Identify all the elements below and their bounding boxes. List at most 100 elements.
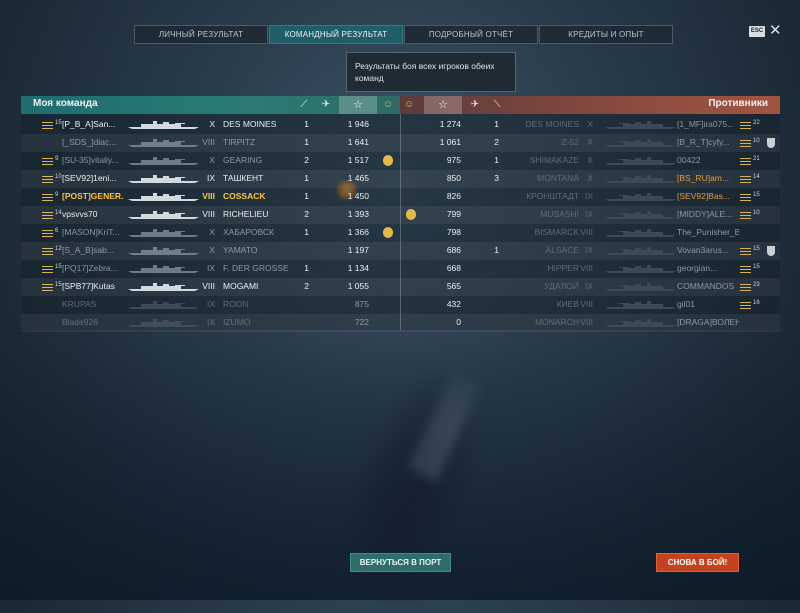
rank-icon <box>740 140 751 147</box>
ship-name: SHIMAKAZE <box>529 155 579 165</box>
ship-tier: X <box>587 119 593 129</box>
medal-icon <box>406 209 416 220</box>
my-team-header: Моя команда ⟋ ✈ ☆ ☺ <box>21 96 401 114</box>
player-level: 15 <box>753 192 760 198</box>
ship-silhouette <box>603 265 677 273</box>
player-level: 21 <box>753 156 760 162</box>
ship-tier: VIII <box>580 263 593 273</box>
player-level: 14 <box>753 174 760 180</box>
torpedo-icon[interactable]: ⟋ <box>295 97 313 113</box>
kills-count: 1 <box>494 119 499 129</box>
ship-tier: VIII <box>580 227 593 237</box>
player-level: 22 <box>753 120 760 126</box>
base-xp: 1 061 <box>439 137 461 147</box>
player-name: [BS_RU]am... <box>677 173 729 183</box>
enemy-team-row[interactable]: 686 1 ALSACE IX Vovan3arus... 15 <box>21 242 780 260</box>
medal-icon[interactable]: ☺ <box>400 97 418 113</box>
ship-tier: IX <box>584 191 593 201</box>
medal-icon[interactable]: ☺ <box>379 97 397 113</box>
enemy-team-row[interactable]: 850 3 MONTANA X [BS_RU]am... 14 <box>21 170 780 188</box>
enemy-team-row[interactable]: 798 BISMARCKVIII The_Punisher_Bra... <box>21 224 780 242</box>
ship-tier: IX <box>584 209 593 219</box>
torpedo-icon[interactable]: ⟍ <box>488 97 506 113</box>
ship-silhouette <box>603 157 677 165</box>
ship-tier: VIII <box>580 299 593 309</box>
rank-icon <box>740 266 751 273</box>
ship-silhouette <box>603 319 677 327</box>
ship-name: КИЕВ <box>556 299 579 309</box>
enemy-team-row[interactable]: 0 MONARCHVIII [DRAGA]ВОЛЕНАТ... <box>21 314 780 332</box>
ship-name: MONARCH <box>535 317 579 327</box>
close-icon[interactable]: ✕ <box>769 23 782 38</box>
player-level: 10 <box>753 210 760 216</box>
ship-silhouette <box>603 283 677 291</box>
clan-shield-icon <box>767 138 775 148</box>
rank-icon <box>740 248 751 255</box>
enemy-team-row[interactable]: 1 274 1 DES MOINES X [1_MF]ira075... 22 <box>21 116 780 134</box>
player-name: [DRAGA]ВОЛЕНАТ... <box>677 317 739 327</box>
ship-silhouette <box>603 229 677 237</box>
rank-icon <box>740 122 751 129</box>
rank-icon <box>740 158 751 165</box>
ship-name: DES MOINES <box>525 119 579 129</box>
base-xp: 432 <box>446 299 461 309</box>
player-level: 15 <box>753 264 760 270</box>
player-name: Vovan3arus... <box>677 245 729 255</box>
base-xp: 975 <box>446 155 461 165</box>
ship-silhouette <box>603 193 677 201</box>
enemy-team-row[interactable]: 975 1 SHIMAKAZE X 00422 21 <box>21 152 780 170</box>
rank-icon <box>740 212 751 219</box>
enemy-team-row[interactable]: 668 HIPPER VIII georgian... 15 <box>21 260 780 278</box>
kills-count: 1 <box>494 245 499 255</box>
rank-icon <box>740 176 751 183</box>
base-xp: 0 <box>456 317 461 327</box>
player-name: [MIDDY]ALE... <box>677 209 733 219</box>
ship-name: MUSASHI <box>540 209 579 219</box>
tab-credits-xp[interactable]: КРЕДИТЫ И ОПЫТ <box>539 25 673 44</box>
my-team-title: Моя команда <box>33 98 98 109</box>
tab-detailed-report[interactable]: ПОДРОБНЫЙ ОТЧЁТ <box>404 25 538 44</box>
player-name: [B_R_T]cyfy... <box>677 137 730 147</box>
kills-count: 2 <box>494 137 499 147</box>
ship-silhouette <box>603 121 677 129</box>
ship-tier: IX <box>584 245 593 255</box>
ship-tier: VIII <box>580 317 593 327</box>
kills-count: 1 <box>494 155 499 165</box>
player-name: [1_MF]ira075... <box>677 119 735 129</box>
ship-name: ALSACE <box>545 245 579 255</box>
battle-again-button[interactable]: СНОВА В БОЙ! <box>656 553 739 572</box>
base-xp: 826 <box>446 191 461 201</box>
ship-silhouette <box>603 211 677 219</box>
base-xp: 668 <box>446 263 461 273</box>
player-level: 10 <box>753 138 760 144</box>
star-icon[interactable]: ☆ <box>339 96 377 114</box>
enemy-team-header: ☺ ☆ ✈ ⟍ Противники <box>400 96 780 114</box>
enemy-team-row[interactable]: 826 КРОНШТАДТ IX [SEV92]Bas... 15 <box>21 188 780 206</box>
ship-name: BISMARCK <box>534 227 579 237</box>
enemy-team-row[interactable]: 565 УДАЛОЙ IX COMMANDOS 23 <box>21 278 780 296</box>
base-xp: 798 <box>446 227 461 237</box>
ship-name: УДАЛОЙ <box>544 281 579 291</box>
player-level: 15 <box>753 246 760 252</box>
ship-name: КРОНШТАДТ <box>526 191 579 201</box>
ship-name: Z-52 <box>561 137 579 147</box>
plane-icon[interactable]: ✈ <box>317 97 335 113</box>
player-name: 00422 <box>677 155 701 165</box>
star-icon[interactable]: ☆ <box>424 96 462 114</box>
enemy-team-row[interactable]: 432 КИЕВ VIII gil01 16 <box>21 296 780 314</box>
plane-icon[interactable]: ✈ <box>466 97 484 113</box>
enemy-team-row[interactable]: 1 061 2 Z-52 X [B_R_T]cyfy... 10 <box>21 134 780 152</box>
ship-tier: X <box>587 155 593 165</box>
rank-icon <box>740 284 751 291</box>
esc-key-hint[interactable]: ESC <box>749 26 765 37</box>
enemy-team-row[interactable]: 799 MUSASHI IX [MIDDY]ALE... 10 <box>21 206 780 224</box>
return-to-port-button[interactable]: ВЕРНУТЬСЯ В ПОРТ <box>350 553 451 572</box>
ship-silhouette <box>603 139 677 147</box>
ship-tier: IX <box>584 281 593 291</box>
tab-team-result[interactable]: КОМАНДНЫЙ РЕЗУЛЬТАТ <box>269 25 403 44</box>
base-xp: 565 <box>446 281 461 291</box>
tab-personal-result[interactable]: ЛИЧНЫЙ РЕЗУЛЬТАТ <box>134 25 268 44</box>
ship-name: MONTANA <box>537 173 579 183</box>
ship-silhouette <box>603 301 677 309</box>
kills-count: 3 <box>494 173 499 183</box>
